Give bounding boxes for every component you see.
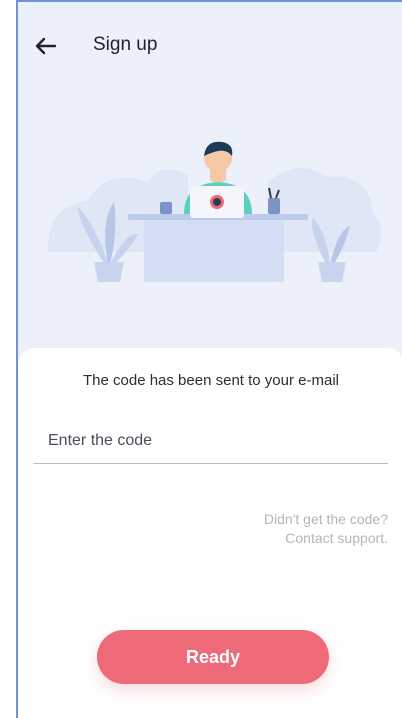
support-question: Didn't get the code? [263,511,388,527]
contact-support-link[interactable]: Didn't get the code? Contact support. [264,510,388,548]
arrow-left-icon [35,37,57,55]
support-action: Contact support. [285,530,388,546]
sign-up-screen: Sign up The code has been sent to your e… [16,0,402,718]
code-input[interactable] [34,418,388,464]
app-frame: Sign up The code has been sent to your e… [0,0,402,718]
code-form-sheet: The code has been sent to your e-mail Di… [18,348,402,718]
person-at-desk-illustration [47,141,382,282]
ready-button[interactable]: Ready [97,630,329,684]
app-header: Sign up [18,28,402,68]
code-sent-message: The code has been sent to your e-mail [83,372,339,389]
page-title: Sign up [93,34,158,55]
back-button[interactable] [32,32,60,60]
